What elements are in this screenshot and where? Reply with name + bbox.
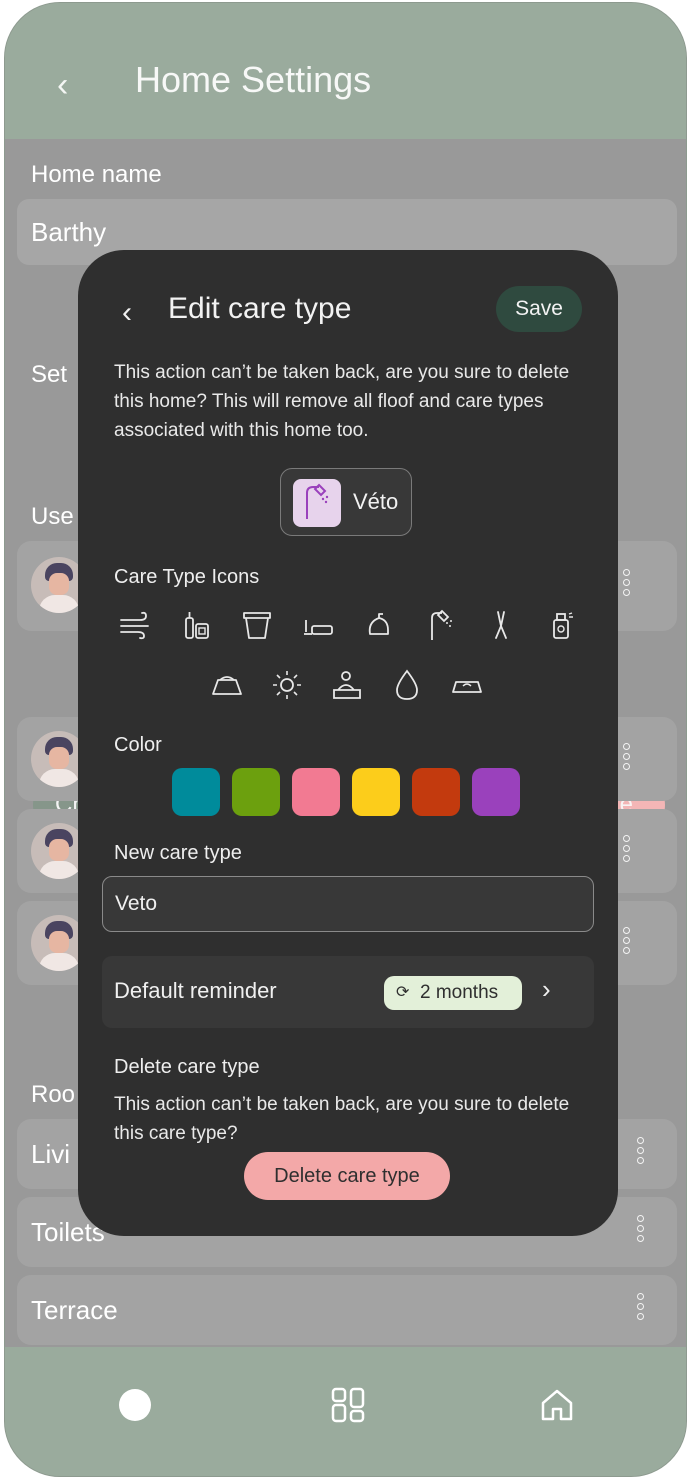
color-label: Color xyxy=(114,734,162,756)
rooms-label: Roo xyxy=(31,1081,76,1108)
icons-label: Care Type Icons xyxy=(114,566,260,588)
food-bowl-icon[interactable] xyxy=(210,668,244,702)
pot-icon[interactable] xyxy=(240,608,274,642)
shower-icon xyxy=(293,479,341,527)
delete-title: Delete care type xyxy=(114,1056,260,1078)
more-icon[interactable] xyxy=(621,569,631,603)
vet-icon[interactable] xyxy=(330,668,364,702)
top-bar: ‹ Home Settings xyxy=(5,3,686,139)
room-name: Terrace xyxy=(31,1295,118,1325)
edit-care-type-modal: ‹ Edit care type Save This action can’t … xyxy=(78,250,618,1236)
pipette-icon[interactable] xyxy=(300,608,334,642)
wind-icon[interactable] xyxy=(118,608,152,642)
grid-icon[interactable] xyxy=(331,1387,365,1423)
set-label: Set xyxy=(31,361,68,388)
color-swatch-green[interactable] xyxy=(232,768,280,816)
color-swatch-pink[interactable] xyxy=(292,768,340,816)
clippers-icon[interactable] xyxy=(484,608,518,642)
sun-icon[interactable] xyxy=(270,668,304,702)
reminder-badge: ⟳ 2 months xyxy=(384,976,522,1010)
delete-description: This action can’t be taken back, are you… xyxy=(114,1094,570,1144)
chevron-right-icon[interactable]: › xyxy=(542,974,551,1005)
preview-name: Véto xyxy=(353,489,399,514)
spray-icon[interactable] xyxy=(544,608,578,642)
more-icon[interactable] xyxy=(621,743,631,777)
more-icon[interactable] xyxy=(635,1215,645,1249)
modal-description: This action can’t be taken back, are you… xyxy=(114,362,570,441)
more-icon[interactable] xyxy=(635,1293,645,1327)
shower-icon[interactable] xyxy=(424,608,458,642)
users-label: Use xyxy=(31,503,74,530)
bottles-icon[interactable] xyxy=(180,608,214,642)
reminder-label: Default reminder xyxy=(114,978,277,1003)
kettle-icon[interactable] xyxy=(362,608,396,642)
more-icon[interactable] xyxy=(621,835,631,869)
home-name-label: Home name xyxy=(31,161,162,188)
back-icon[interactable]: ‹ xyxy=(122,296,132,330)
room-row[interactable]: Terrace xyxy=(17,1275,677,1345)
reminder-value: 2 months xyxy=(420,982,499,1003)
care-type-preview: Véto xyxy=(280,468,412,536)
room-name: Livi xyxy=(31,1139,71,1169)
color-swatch-teal[interactable] xyxy=(172,768,220,816)
color-swatch-purple[interactable] xyxy=(472,768,520,816)
drop-icon[interactable] xyxy=(390,668,424,702)
default-reminder-row[interactable]: Default reminder ⟳ 2 months › xyxy=(102,956,594,1028)
color-swatch-yellow[interactable] xyxy=(352,768,400,816)
more-icon[interactable] xyxy=(635,1137,645,1171)
litter-tray-icon[interactable] xyxy=(450,668,484,702)
back-icon[interactable]: ‹ xyxy=(57,65,87,105)
new-care-type-label: New care type xyxy=(114,842,242,864)
page-title: Home Settings xyxy=(135,59,372,100)
bottom-nav xyxy=(5,1347,686,1476)
home-dot-icon[interactable] xyxy=(119,1389,151,1421)
delete-care-type-button[interactable]: Delete care type xyxy=(244,1152,450,1200)
sync-icon: ⟳ xyxy=(396,984,410,1001)
more-icon[interactable] xyxy=(621,927,631,961)
house-icon[interactable] xyxy=(539,1387,575,1423)
color-swatch-orange[interactable] xyxy=(412,768,460,816)
modal-title: Edit care type xyxy=(168,292,352,325)
save-button[interactable]: Save xyxy=(496,286,582,332)
care-type-name-input[interactable]: Veto xyxy=(102,876,594,932)
